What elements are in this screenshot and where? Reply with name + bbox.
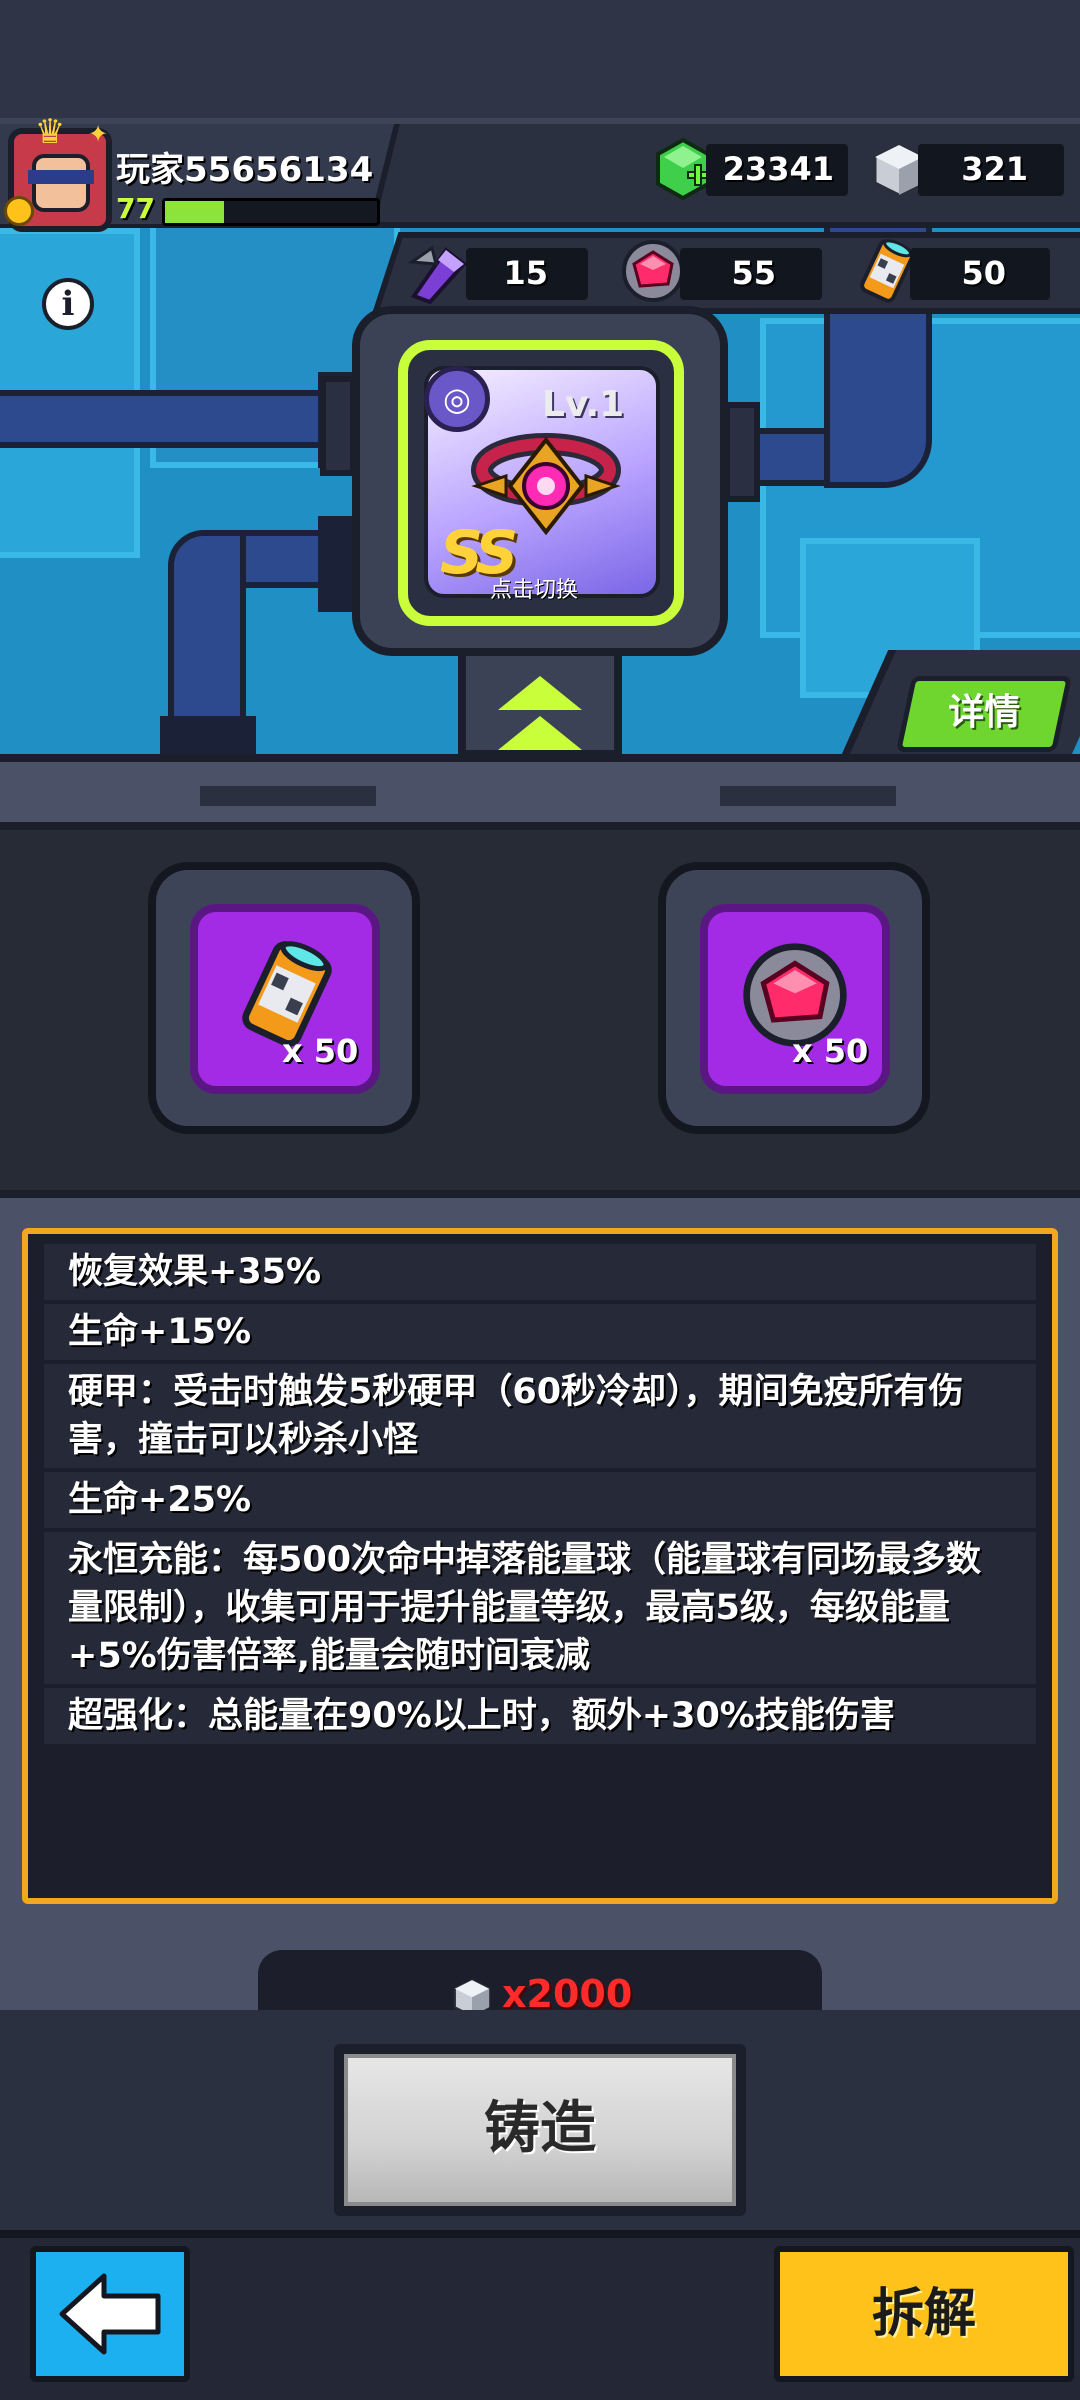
- effect-row: 生命+15%: [44, 1304, 1036, 1364]
- info-icon[interactable]: i: [42, 278, 94, 330]
- dismantle-button[interactable]: 拆解: [774, 2246, 1074, 2382]
- material-2-count: x 50: [792, 1032, 869, 1070]
- frame-side-left: [320, 376, 356, 476]
- forge-button-label: 铸造: [344, 2054, 736, 2206]
- gems-count: 23341: [722, 150, 834, 188]
- ring-slot-badge-icon: ◎: [424, 366, 490, 432]
- effect-row: 超强化：总能量在90%以上时，额外+30%技能伤害: [44, 1688, 1036, 1748]
- effects-panel: 恢复效果+35% 生命+15% 硬甲：受击时触发5秒硬甲（60秒冷却），期间免疫…: [22, 1228, 1058, 1904]
- upgrade-arrow-icon: [498, 676, 582, 710]
- back-button[interactable]: [30, 2246, 190, 2382]
- purple-crystal-icon: [407, 245, 467, 304]
- crown-icon: ♛: [34, 112, 66, 152]
- tap-to-switch-hint: 点击切换: [490, 578, 579, 603]
- top-strip: [0, 0, 1080, 118]
- back-arrow-icon: [59, 2273, 161, 2355]
- xp-bar-fill: [165, 201, 224, 223]
- material-1-count: x 50: [282, 1032, 359, 1070]
- resource-count-canister: 50: [961, 254, 1006, 292]
- resource-count-core: 55: [731, 254, 776, 292]
- upgrade-arrow-icon-2: [498, 716, 582, 750]
- effect-row: 硬甲：受击时触发5秒硬甲（60秒冷却），期间免疫所有伤害，撞击可以秒杀小怪: [44, 1364, 1036, 1472]
- resource-count-crystal: 15: [503, 254, 548, 292]
- rail-bar: [0, 754, 1080, 830]
- frame-side-right: [724, 402, 760, 502]
- details-button[interactable]: 详情: [895, 676, 1073, 752]
- equipment-level: Lv.1: [542, 384, 625, 425]
- sparkle-icon: ✦: [88, 120, 109, 148]
- cubes-count: 321: [961, 150, 1028, 188]
- effect-row: 生命+25%: [44, 1472, 1036, 1532]
- green-gem-icon[interactable]: [654, 138, 712, 200]
- player-name: 玩家55656134: [116, 150, 374, 190]
- red-core-icon: [622, 240, 684, 302]
- coin-stack-icon: [4, 196, 34, 226]
- effect-row: 永恒充能：每500次命中掉落能量球（能量球有同场最多数量限制），收集可用于提升能…: [44, 1532, 1036, 1688]
- effect-row: 恢复效果+35%: [44, 1244, 1036, 1304]
- player-level: 77: [116, 192, 155, 225]
- forge-button[interactable]: 铸造: [334, 2044, 746, 2216]
